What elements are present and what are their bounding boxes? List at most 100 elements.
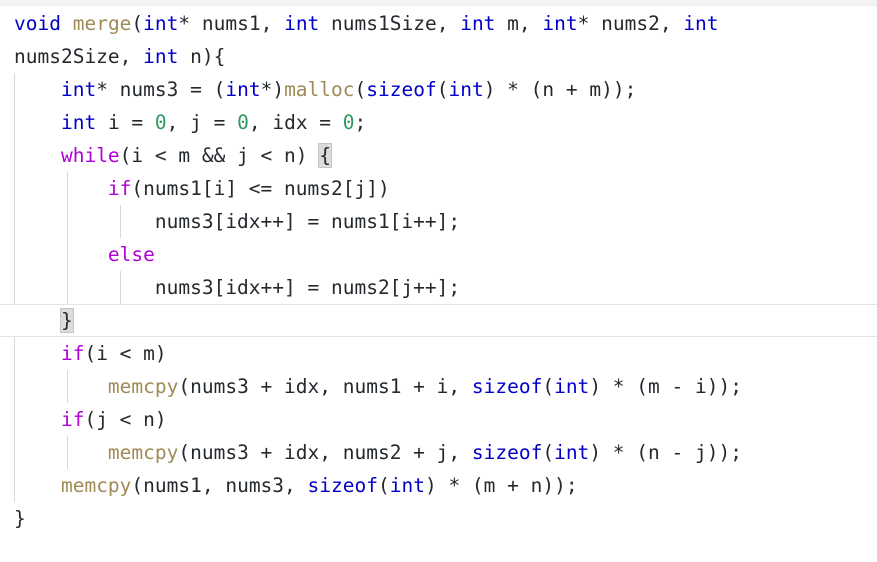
code-token: memcpy bbox=[107, 441, 179, 464]
code-token: (j < n) bbox=[84, 408, 167, 431]
code-token: 0 bbox=[342, 111, 355, 134]
code-token: int bbox=[143, 45, 179, 68]
code-token: nums2Size, bbox=[14, 45, 144, 68]
code-line-text: if(nums1[i] <= nums2[j]) bbox=[0, 172, 390, 205]
code-token: (nums1, nums3, bbox=[131, 474, 308, 497]
code-line-text: } bbox=[0, 502, 26, 535]
code-token: ) * (m - i)); bbox=[589, 375, 742, 398]
code-token: void bbox=[14, 12, 61, 35]
code-token: merge bbox=[72, 12, 132, 35]
code-token: nums3[idx++] = nums2[j++]; bbox=[14, 276, 461, 299]
code-line-text: } bbox=[0, 304, 74, 337]
code-line-text: nums3[idx++] = nums2[j++]; bbox=[0, 271, 460, 304]
code-line[interactable]: memcpy(nums3 + idx, nums1 + i, sizeof(in… bbox=[0, 370, 877, 403]
code-token: int bbox=[448, 78, 484, 101]
code-token: ( bbox=[354, 78, 367, 101]
code-token: ) * (n - j)); bbox=[589, 441, 742, 464]
code-line-text: nums3[idx++] = nums1[i++]; bbox=[0, 205, 460, 238]
code-token: 0 bbox=[154, 111, 167, 134]
code-token: int bbox=[284, 12, 320, 35]
code-token: sizeof bbox=[366, 78, 437, 101]
code-token: nums1Size, bbox=[319, 12, 461, 35]
code-token: int bbox=[60, 111, 97, 134]
code-line-text: else bbox=[0, 238, 155, 271]
code-token: ( bbox=[131, 12, 144, 35]
bracket-match-highlight: { bbox=[318, 143, 332, 168]
code-token: , idx = bbox=[248, 111, 343, 134]
code-token: } bbox=[14, 507, 26, 530]
code-line-text: nums2Size, int n){ bbox=[0, 40, 225, 73]
code-token: int bbox=[542, 12, 578, 35]
code-line[interactable]: int i = 0, j = 0, idx = 0; bbox=[0, 106, 877, 139]
code-token: ( bbox=[542, 441, 555, 464]
code-token: int bbox=[460, 12, 496, 35]
code-token: *) bbox=[260, 78, 285, 101]
code-line[interactable]: if(j < n) bbox=[0, 403, 877, 436]
code-line[interactable]: } bbox=[0, 502, 877, 535]
code-token: (nums3 + idx, nums2 + j, bbox=[178, 441, 472, 464]
code-line[interactable]: memcpy(nums1, nums3, sizeof(int) * (m + … bbox=[0, 469, 877, 502]
code-token: int bbox=[60, 78, 97, 101]
code-token: int bbox=[389, 474, 425, 497]
code-token: malloc bbox=[284, 78, 355, 101]
code-token: if bbox=[60, 408, 85, 431]
code-token: ) * (m + n)); bbox=[424, 474, 578, 497]
code-token: (nums1[i] <= nums2[j]) bbox=[131, 177, 390, 200]
code-token: int bbox=[143, 12, 179, 35]
code-token: ) * (n + m)); bbox=[483, 78, 637, 101]
code-line-text: int i = 0, j = 0, idx = 0; bbox=[0, 106, 366, 139]
code-line[interactable]: if(nums1[i] <= nums2[j]) bbox=[0, 172, 877, 205]
code-line[interactable]: nums3[idx++] = nums1[i++]; bbox=[0, 205, 877, 238]
code-line[interactable]: nums3[idx++] = nums2[j++]; bbox=[0, 271, 877, 304]
code-line-text: int* nums3 = (int*)malloc(sizeof(int) * … bbox=[0, 73, 636, 106]
code-token: * nums3 = ( bbox=[96, 78, 226, 101]
code-token: sizeof bbox=[471, 441, 543, 464]
code-line-text: while(i < m && j < n) { bbox=[0, 139, 332, 172]
code-token: int bbox=[554, 441, 590, 464]
code-token: sizeof bbox=[307, 474, 378, 497]
code-editor[interactable]: void merge(int* nums1, int nums1Size, in… bbox=[0, 0, 877, 562]
code-token: ; bbox=[354, 111, 367, 134]
code-token: int bbox=[683, 12, 719, 35]
code-surface[interactable]: void merge(int* nums1, int nums1Size, in… bbox=[0, 7, 877, 562]
code-token: if bbox=[107, 177, 132, 200]
code-line[interactable]: int* nums3 = (int*)malloc(sizeof(int) * … bbox=[0, 73, 877, 106]
code-token: int bbox=[554, 375, 590, 398]
bracket-match-highlight: } bbox=[59, 308, 74, 333]
code-line[interactable]: while(i < m && j < n) { bbox=[0, 139, 877, 172]
clipped-line-above bbox=[0, 0, 877, 6]
code-token: else bbox=[107, 243, 155, 266]
code-token: , j = bbox=[166, 111, 238, 134]
code-token: * nums1, bbox=[178, 12, 285, 35]
code-line[interactable]: } bbox=[0, 304, 877, 337]
code-line-text: memcpy(nums3 + idx, nums1 + i, sizeof(in… bbox=[0, 370, 742, 403]
code-token: 0 bbox=[237, 111, 249, 134]
code-token: n){ bbox=[178, 45, 226, 68]
code-line[interactable]: nums2Size, int n){ bbox=[0, 40, 877, 73]
code-line[interactable]: if(i < m) bbox=[0, 337, 877, 370]
code-token: if bbox=[60, 342, 85, 365]
code-line-text: memcpy(nums1, nums3, sizeof(int) * (m + … bbox=[0, 469, 578, 502]
code-token: i = bbox=[96, 111, 155, 134]
code-token: m, bbox=[495, 12, 543, 35]
code-line-text: if(j < n) bbox=[0, 403, 167, 436]
code-token: nums3[idx++] = nums1[i++]; bbox=[14, 210, 461, 233]
code-line[interactable]: memcpy(nums3 + idx, nums2 + j, sizeof(in… bbox=[0, 436, 877, 469]
code-token: (nums3 + idx, nums1 + i, bbox=[178, 375, 472, 398]
code-line-text: void merge(int* nums1, int nums1Size, in… bbox=[0, 7, 719, 40]
code-line[interactable]: else bbox=[0, 238, 877, 271]
code-token: sizeof bbox=[471, 375, 543, 398]
code-token: * nums2, bbox=[577, 12, 684, 35]
code-token: (i < m && j < n) bbox=[119, 144, 320, 167]
code-line[interactable]: void merge(int* nums1, int nums1Size, in… bbox=[0, 7, 877, 40]
